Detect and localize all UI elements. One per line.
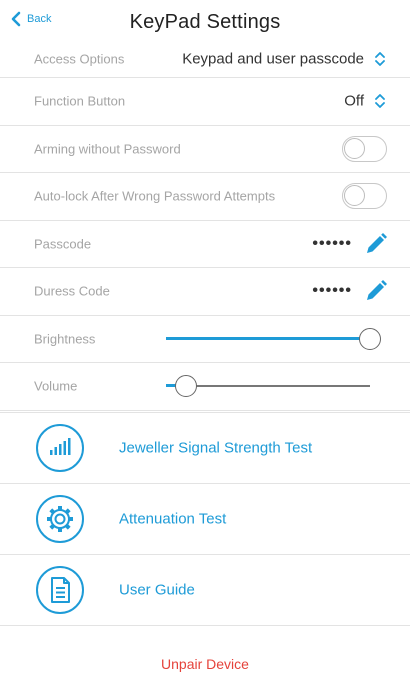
unpair-device-button[interactable]: Unpair Device bbox=[0, 656, 410, 672]
gear-icon bbox=[36, 495, 84, 543]
volume-slider[interactable] bbox=[166, 375, 370, 398]
updown-chevron-icon bbox=[375, 94, 385, 109]
passcode-label: Passcode bbox=[34, 236, 92, 252]
brightness-row: Brightness bbox=[0, 316, 410, 363]
slider-thumb[interactable] bbox=[175, 375, 198, 398]
function-button-row[interactable]: Function Button Off bbox=[0, 78, 410, 126]
user-guide-label: User Guide bbox=[119, 581, 195, 599]
signal-bars-icon bbox=[36, 424, 84, 472]
attenuation-test-item[interactable]: Attenuation Test bbox=[0, 483, 410, 554]
access-options-row[interactable]: Access Options Keypad and user passcode bbox=[0, 40, 410, 78]
auto-lock-label: Auto-lock After Wrong Password Attempts bbox=[34, 188, 276, 204]
auto-lock-toggle[interactable] bbox=[342, 183, 387, 210]
auto-lock-row: Auto-lock After Wrong Password Attempts bbox=[0, 173, 410, 221]
arming-without-password-label: Arming without Password bbox=[34, 141, 181, 157]
arming-without-password-row: Arming without Password bbox=[0, 126, 410, 173]
attenuation-test-label: Attenuation Test bbox=[119, 510, 227, 528]
slider-fill bbox=[166, 336, 370, 340]
duress-code-label: Duress Code bbox=[34, 283, 110, 299]
updown-chevron-icon bbox=[375, 51, 385, 66]
actions-list: Jeweller Signal Strength Test Attenuatio… bbox=[0, 412, 410, 626]
access-options-label: Access Options bbox=[34, 51, 125, 66]
volume-row: Volume bbox=[0, 363, 410, 411]
duress-code-row: Duress Code •••••• bbox=[0, 268, 410, 316]
toggle-knob bbox=[344, 137, 365, 159]
pencil-icon[interactable] bbox=[364, 279, 388, 303]
signal-strength-test-label: Jeweller Signal Strength Test bbox=[119, 439, 313, 457]
user-guide-item[interactable]: User Guide bbox=[0, 554, 410, 625]
access-options-value[interactable]: Keypad and user passcode bbox=[182, 50, 364, 67]
divider bbox=[0, 625, 410, 626]
brightness-label: Brightness bbox=[34, 331, 96, 347]
document-icon bbox=[36, 566, 84, 614]
function-button-label: Function Button bbox=[34, 93, 126, 109]
toggle-knob bbox=[344, 185, 365, 207]
nav-bar: Back KeyPad Settings bbox=[0, 0, 410, 44]
function-button-value[interactable]: Off bbox=[344, 93, 364, 110]
arming-without-password-toggle[interactable] bbox=[342, 135, 387, 162]
brightness-slider[interactable] bbox=[166, 327, 381, 350]
volume-label: Volume bbox=[34, 378, 78, 394]
duress-code-masked-value: •••••• bbox=[312, 282, 352, 300]
pencil-icon[interactable] bbox=[364, 232, 388, 256]
signal-strength-test-item[interactable]: Jeweller Signal Strength Test bbox=[0, 412, 410, 483]
passcode-masked-value: •••••• bbox=[312, 234, 352, 252]
slider-thumb[interactable] bbox=[359, 327, 381, 350]
passcode-row: Passcode •••••• bbox=[0, 221, 410, 268]
settings-list: Access Options Keypad and user passcode … bbox=[0, 40, 410, 411]
page-title: KeyPad Settings bbox=[129, 11, 281, 33]
